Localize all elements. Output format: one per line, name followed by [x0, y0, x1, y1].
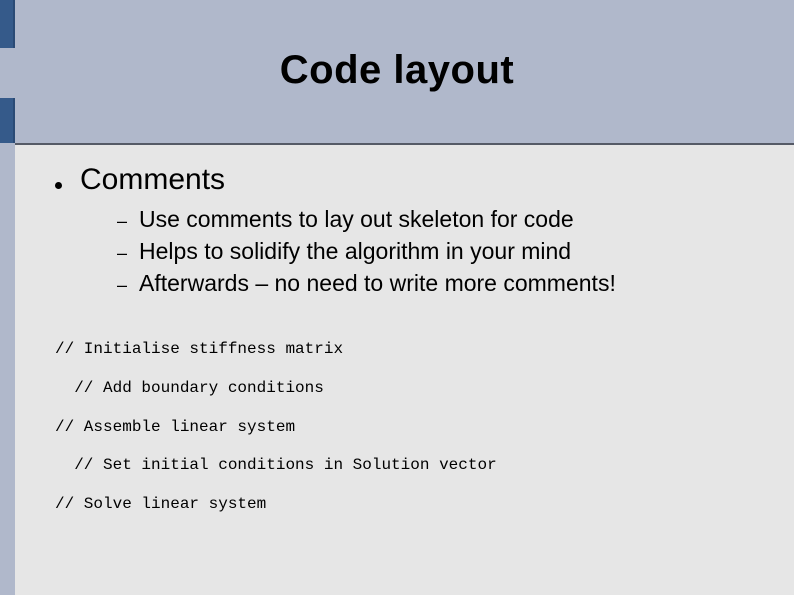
- sub-bullet-list: – Use comments to lay out skeleton for c…: [117, 205, 754, 299]
- bullet-item: Comments: [55, 163, 754, 197]
- code-line: // Add boundary conditions: [55, 378, 754, 399]
- code-line: // Assemble linear system: [55, 417, 754, 438]
- code-line: // Initialise stiffness matrix: [55, 339, 754, 360]
- rail-segment-top: [0, 0, 15, 48]
- title-area: Code layout: [0, 48, 794, 93]
- sub-bullet-item: – Helps to solidify the algorithm in you…: [117, 237, 754, 267]
- content-panel: Comments – Use comments to lay out skele…: [15, 143, 794, 595]
- dash-icon: –: [117, 207, 127, 235]
- bullet-dot-icon: [55, 182, 62, 189]
- sub-bullet-item: – Use comments to lay out skeleton for c…: [117, 205, 754, 235]
- code-line: // Solve linear system: [55, 494, 754, 515]
- sub-bullet-text: Use comments to lay out skeleton for cod…: [139, 205, 574, 233]
- slide-title: Code layout: [0, 48, 794, 93]
- dash-icon: –: [117, 271, 127, 299]
- sub-bullet-text: Afterwards – no need to write more comme…: [139, 269, 616, 297]
- code-block: // Initialise stiffness matrix // Add bo…: [55, 339, 754, 515]
- code-line: // Set initial conditions in Solution ve…: [55, 455, 754, 476]
- sub-bullet-item: – Afterwards – no need to write more com…: [117, 269, 754, 299]
- dash-icon: –: [117, 239, 127, 267]
- rail-segment-mid: [0, 98, 15, 143]
- bullet-label: Comments: [80, 163, 225, 197]
- sub-bullet-text: Helps to solidify the algorithm in your …: [139, 237, 571, 265]
